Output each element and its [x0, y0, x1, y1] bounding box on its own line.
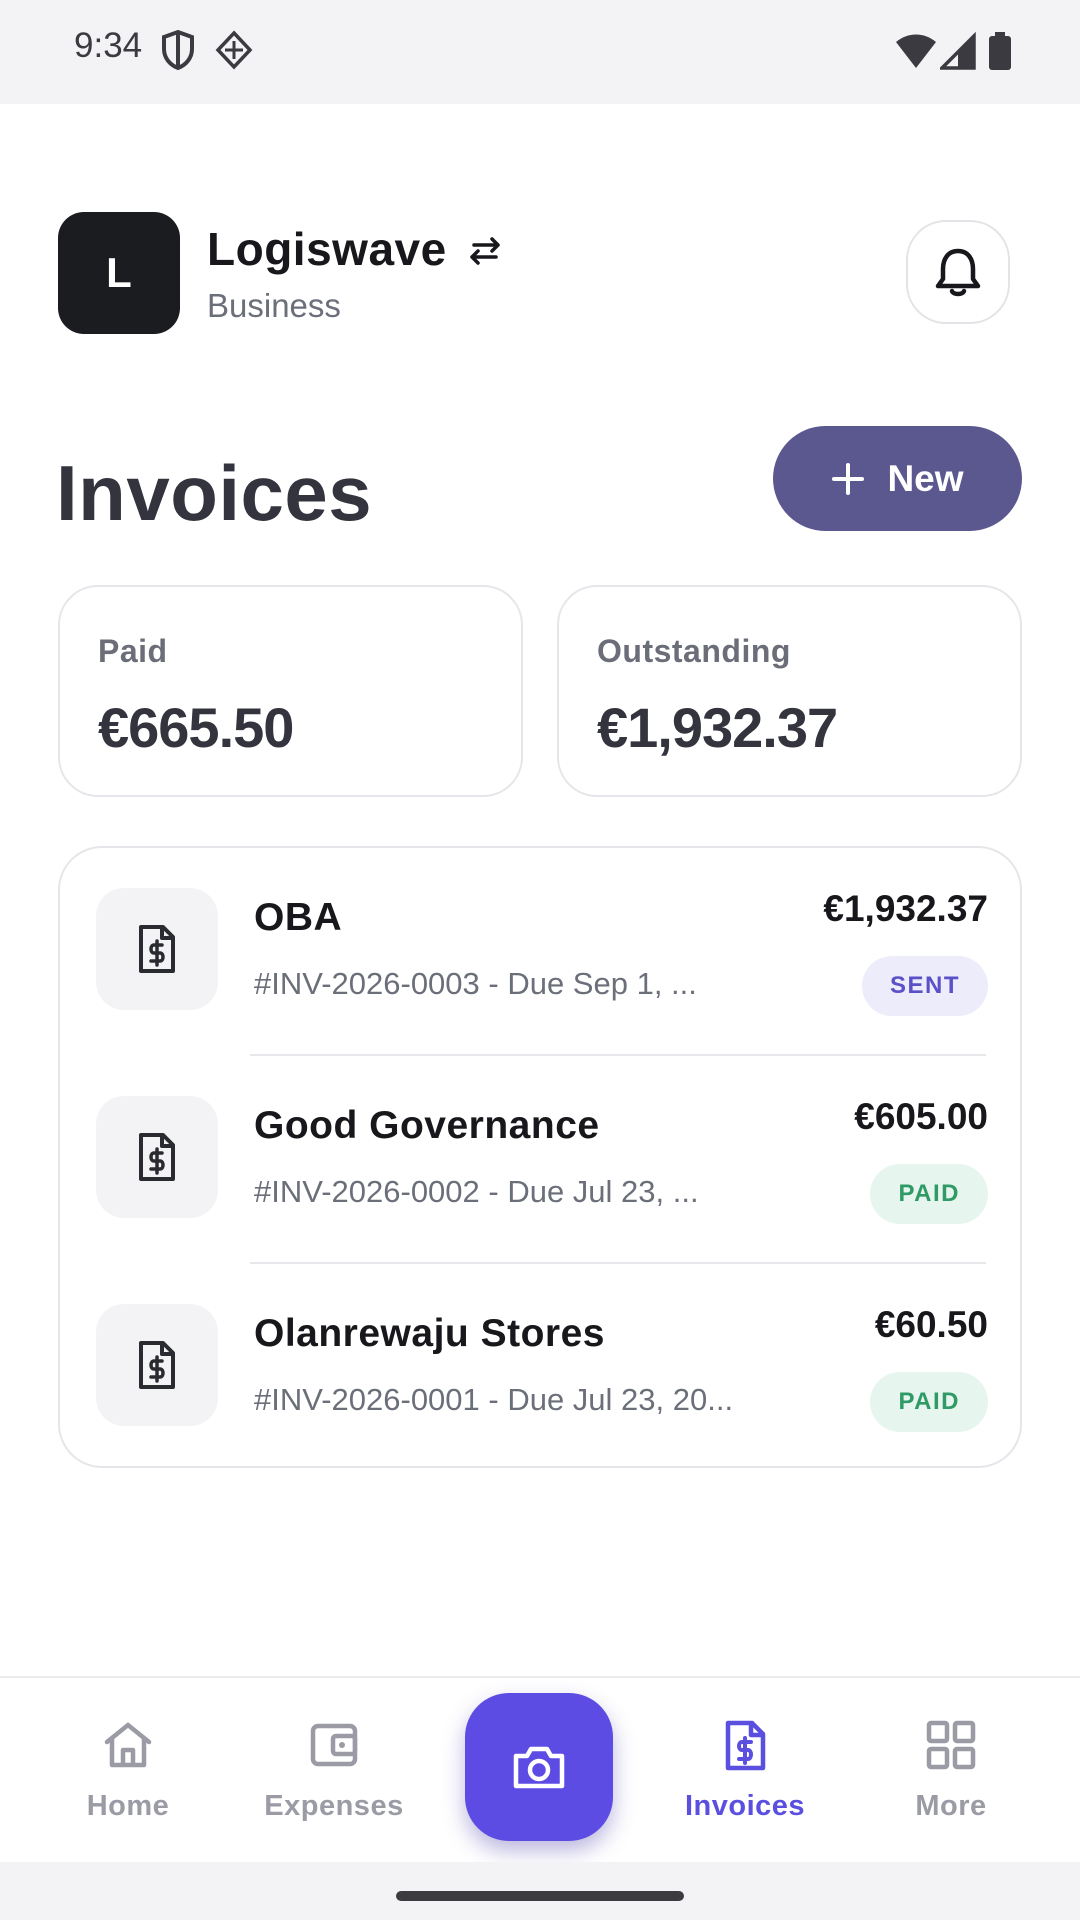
invoice-meta: #INV-2026-0002 - Due Jul 23, ... — [254, 1174, 699, 1209]
stat-value: €665.50 — [98, 696, 294, 759]
nav-more[interactable]: More — [851, 1678, 1051, 1864]
stat-label: Paid — [98, 633, 168, 669]
page-title: Invoices — [56, 449, 373, 537]
vpn-diamond-icon — [215, 30, 253, 70]
status-badge: SENT — [861, 956, 988, 1016]
status-badge: PAID — [870, 1164, 988, 1224]
signal-icon — [940, 32, 976, 70]
invoice-meta: #INV-2026-0001 - Due Jul 23, 20... — [254, 1382, 734, 1417]
new-invoice-button[interactable]: New — [773, 426, 1022, 531]
new-button-label: New — [887, 457, 964, 499]
status-badge: PAID — [870, 1372, 988, 1432]
status-time: 9:34 — [74, 26, 143, 65]
invoice-amount: €1,932.37 — [823, 888, 988, 929]
battery-icon — [989, 32, 1011, 70]
home-gesture-bar[interactable] — [396, 1891, 684, 1901]
plus-icon — [832, 462, 865, 495]
invoice-icon — [725, 1720, 766, 1771]
invoice-doc-icon-box — [96, 1304, 218, 1426]
switch-account-icon[interactable] — [466, 232, 504, 270]
invoice-row[interactable]: OBA #INV-2026-0003 - Due Sep 1, ... €1,9… — [60, 848, 1024, 1056]
invoice-doc-icon — [139, 1341, 175, 1389]
home-icon — [104, 1722, 152, 1768]
nav-invoices[interactable]: Invoices — [645, 1678, 845, 1864]
grid-icon — [926, 1720, 976, 1770]
shield-icon — [162, 29, 194, 71]
nav-label: Expenses — [264, 1790, 404, 1822]
invoice-client: Olanrewaju Stores — [254, 1312, 605, 1355]
notifications-button[interactable] — [906, 220, 1010, 324]
nav-label: Home — [86, 1790, 170, 1822]
status-bar: 9:34 — [0, 0, 1080, 104]
stat-value: €1,932.37 — [597, 696, 838, 759]
nav-label: Invoices — [684, 1790, 806, 1822]
org-type: Business — [207, 287, 341, 324]
stat-label: Outstanding — [597, 633, 791, 669]
invoice-client: Good Governance — [254, 1104, 600, 1147]
wifi-icon — [896, 34, 936, 68]
wallet-icon — [310, 1723, 358, 1767]
camera-icon — [513, 1746, 565, 1789]
invoice-client: OBA — [254, 896, 343, 939]
org-avatar[interactable]: L — [58, 212, 180, 334]
invoice-row[interactable]: Good Governance #INV-2026-0002 - Due Jul… — [60, 1056, 1024, 1264]
org-name[interactable]: Logiswave — [207, 222, 447, 276]
bell-icon — [935, 248, 981, 297]
scan-receipt-button[interactable] — [465, 1693, 613, 1841]
invoice-meta: #INV-2026-0003 - Due Sep 1, ... — [254, 966, 697, 1001]
invoice-doc-icon-box — [96, 1096, 218, 1218]
invoice-doc-icon — [139, 925, 175, 973]
nav-label: More — [915, 1790, 987, 1822]
invoice-amount: €60.50 — [874, 1304, 988, 1345]
invoice-doc-icon — [139, 1133, 175, 1181]
nav-home[interactable]: Home — [28, 1678, 228, 1864]
outstanding-summary-card: Outstanding €1,932.37 — [557, 585, 1022, 797]
paid-summary-card: Paid €665.50 — [58, 585, 523, 797]
invoice-list: OBA #INV-2026-0003 - Due Sep 1, ... €1,9… — [58, 846, 1022, 1468]
invoice-row[interactable]: Olanrewaju Stores #INV-2026-0001 - Due J… — [60, 1264, 1024, 1472]
nav-expenses[interactable]: Expenses — [234, 1678, 434, 1864]
invoice-amount: €605.00 — [854, 1096, 988, 1137]
invoice-doc-icon-box — [96, 888, 218, 1010]
